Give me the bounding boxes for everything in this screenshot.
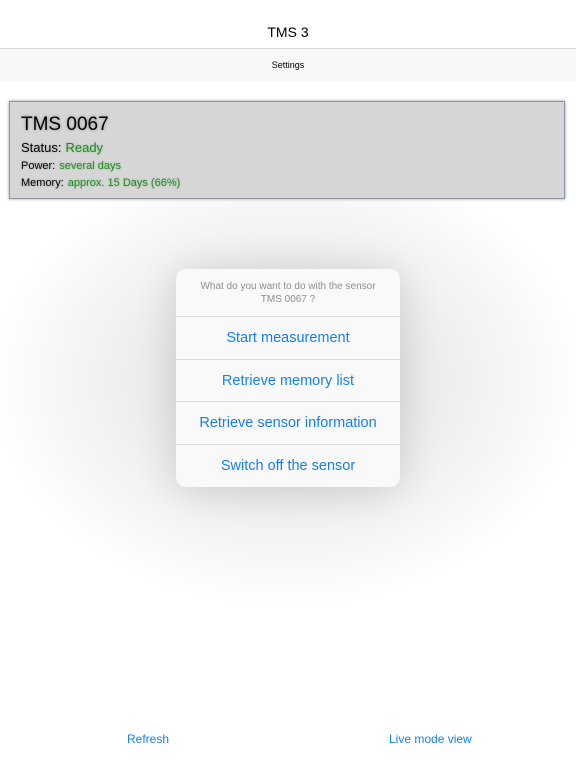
settings-bar[interactable]: Settings xyxy=(0,49,576,81)
app-title: TMS 3 xyxy=(267,24,309,40)
bottom-toolbar: Refresh Live mode view xyxy=(0,718,576,768)
power-value: several days xyxy=(59,160,122,172)
live-mode-view-button[interactable]: Live mode view xyxy=(389,732,472,746)
navigation-bar: TMS 3 xyxy=(0,0,576,49)
status-label: Status: xyxy=(21,140,62,155)
action-sheet-message-line2: TMS 0067 ? xyxy=(260,294,316,305)
refresh-button[interactable]: Refresh xyxy=(127,732,169,746)
start-measurement-button[interactable]: Start measurement xyxy=(176,317,400,360)
switch-off-sensor-button[interactable]: Switch off the sensor xyxy=(176,445,400,488)
retrieve-memory-list-button[interactable]: Retrieve memory list xyxy=(176,360,400,402)
app-screen: TMS 3 Settings TMS 0067 Status: Ready Pow… xyxy=(0,0,576,768)
memory-label: Memory: xyxy=(21,177,64,189)
sensor-card[interactable]: TMS 0067 Status: Ready Power: several days… xyxy=(9,101,565,199)
power-label: Power: xyxy=(21,160,56,172)
memory-value: approx. 15 Days (66%) xyxy=(67,177,181,189)
sensor-memory-row: Memory: approx. 15 Days (66%) xyxy=(21,177,180,189)
sensor-status-row: Status: Ready xyxy=(21,140,103,155)
sensor-name: TMS 0067 xyxy=(21,114,109,135)
action-sheet-message-line1: What do you want to do with the sensor xyxy=(200,281,376,292)
sensor-power-row: Power: several days xyxy=(21,160,121,172)
action-sheet: What do you want to do with the sensor T… xyxy=(176,269,400,487)
action-sheet-message: What do you want to do with the sensor T… xyxy=(176,269,400,317)
settings-button[interactable]: Settings xyxy=(0,60,576,70)
retrieve-sensor-information-button[interactable]: Retrieve sensor information xyxy=(176,402,400,445)
status-value: Ready xyxy=(65,140,104,155)
